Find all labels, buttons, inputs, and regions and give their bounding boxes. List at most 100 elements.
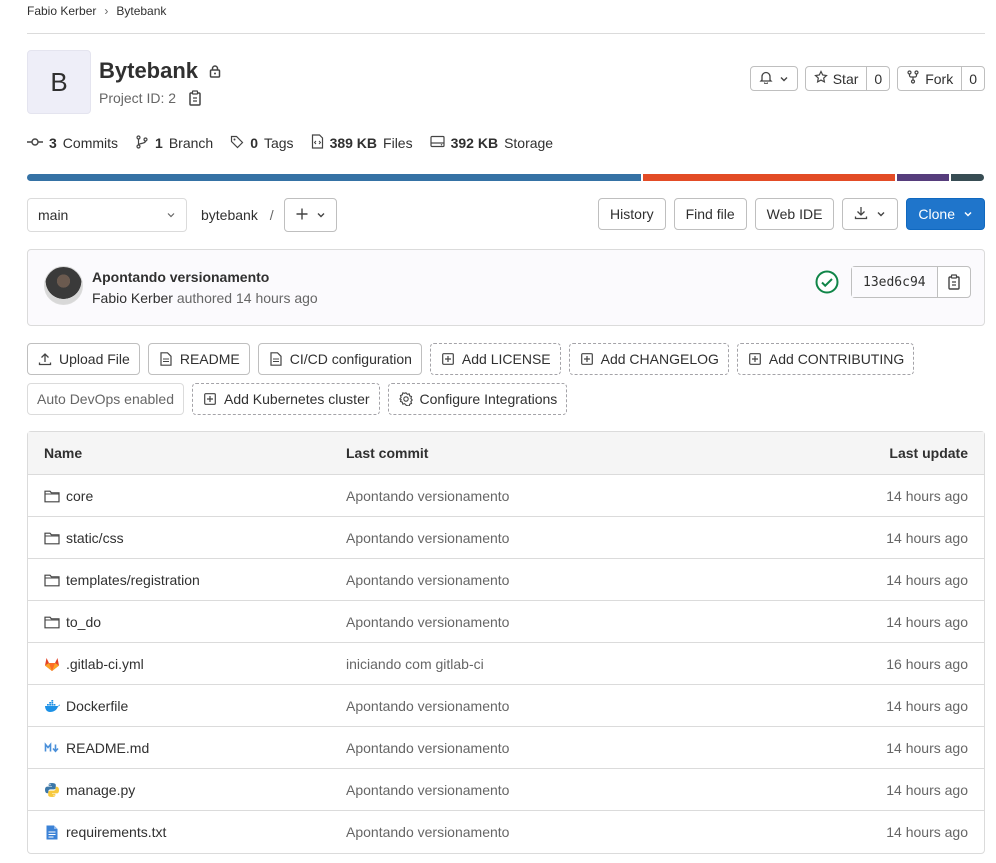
star-button[interactable]: Star 0: [804, 66, 891, 91]
gear-icon: [398, 391, 414, 407]
commit-icon: [27, 135, 43, 152]
repo-path-root[interactable]: bytebank: [201, 207, 258, 223]
readme-button[interactable]: README: [147, 343, 250, 375]
notifications-button[interactable]: [749, 66, 798, 91]
add-contributing-button[interactable]: Add CONTRIBUTING: [736, 343, 915, 375]
add-to-tree-dropdown[interactable]: [284, 198, 337, 232]
file-name-link[interactable]: .gitlab-ci.yml: [66, 656, 144, 672]
last-update-time: 14 hours ago: [886, 529, 968, 546]
auto-devops-enabled-button[interactable]: Auto DevOps enabled: [27, 383, 184, 415]
last-commit-link[interactable]: Apontando versionamento: [346, 530, 706, 546]
last-commit-link[interactable]: Apontando versionamento: [346, 572, 706, 588]
quick-action-label: Add LICENSE: [461, 351, 551, 367]
ci-cd-configuration-button[interactable]: CI/CD configuration: [257, 343, 422, 375]
commit-message[interactable]: Apontando versionamento: [92, 269, 269, 285]
language-segment[interactable]: [27, 174, 641, 181]
file-tree-table: Name Last commit Last update core Apontan…: [27, 431, 985, 854]
file-name-link[interactable]: README.md: [66, 740, 149, 756]
file-name-link[interactable]: core: [66, 488, 93, 504]
folder-icon: [44, 572, 60, 588]
add-kubernetes-cluster-button[interactable]: Add Kubernetes cluster: [191, 383, 380, 415]
quick-action-label: Upload File: [59, 351, 130, 367]
last-commit-link[interactable]: Apontando versionamento: [346, 824, 706, 840]
add-license-button[interactable]: Add LICENSE: [429, 343, 561, 375]
web-ide-button[interactable]: Web IDE: [754, 198, 835, 230]
file-name-link[interactable]: requirements.txt: [66, 824, 166, 840]
upload-file-button[interactable]: Upload File: [27, 343, 140, 375]
file-name-cell: README.md: [28, 740, 346, 756]
breadcrumb-owner[interactable]: Fabio Kerber: [27, 4, 96, 18]
table-row[interactable]: core Apontando versionamento 14 hours ago: [28, 475, 984, 517]
tags-count: 0: [250, 135, 258, 151]
table-row[interactable]: manage.py Apontando versionamento 14 hours…: [28, 769, 984, 811]
repository-languages-bar[interactable]: [27, 174, 985, 181]
files-label: Files: [383, 135, 413, 151]
author-avatar[interactable]: [44, 266, 83, 305]
chevron-down-icon: [963, 206, 973, 222]
plus-square-icon: [202, 391, 218, 407]
language-segment[interactable]: [951, 174, 984, 181]
table-row[interactable]: requirements.txt Apontando versionamento 1…: [28, 811, 984, 853]
file-name-cell: templates/registration: [28, 572, 346, 588]
last-commit-link[interactable]: iniciando com gitlab-ci: [346, 656, 706, 672]
tags-label: Tags: [263, 135, 294, 151]
last-commit-link[interactable]: Apontando versionamento: [346, 740, 706, 756]
language-segment[interactable]: [643, 174, 895, 181]
last-commit-link[interactable]: Apontando versionamento: [346, 698, 706, 714]
file-name-link[interactable]: to_do: [66, 614, 101, 630]
table-row[interactable]: .gitlab-ci.yml iniciando com gitlab-ci 16 …: [28, 643, 984, 685]
pipeline-status-passed-icon[interactable]: [815, 270, 839, 297]
branch-icon: [135, 134, 149, 152]
file-name-link[interactable]: Dockerfile: [66, 698, 128, 714]
document-icon: [158, 351, 174, 367]
last-commit-link[interactable]: Apontando versionamento: [346, 782, 706, 798]
configure-integrations-button[interactable]: Configure Integrations: [387, 383, 568, 415]
find-file-button[interactable]: Find file: [673, 198, 747, 230]
branches-count: 1: [155, 135, 163, 151]
branch-selector[interactable]: main: [27, 198, 187, 232]
table-row[interactable]: to_do Apontando versionamento 14 hours ago: [28, 601, 984, 643]
table-row[interactable]: Dockerfile Apontando versionamento 14 hour…: [28, 685, 984, 727]
branch-name: main: [38, 207, 69, 223]
plus-icon: [296, 207, 308, 223]
docker-icon: [44, 698, 60, 714]
files-size: 389 KB: [329, 135, 378, 151]
last-update-time: 14 hours ago: [886, 781, 968, 798]
breadcrumb-project[interactable]: Bytebank: [116, 4, 166, 18]
clone-button[interactable]: Clone: [906, 198, 985, 230]
fork-count[interactable]: 0: [961, 67, 984, 90]
last-commit-link[interactable]: Apontando versionamento: [346, 488, 706, 504]
commit-sha[interactable]: 13ed6c94: [852, 267, 938, 297]
copy-sha-button[interactable]: [938, 267, 970, 297]
commit-author[interactable]: Fabio Kerber: [92, 290, 173, 306]
file-name-link[interactable]: manage.py: [66, 782, 135, 798]
add-changelog-button[interactable]: Add CHANGELOG: [568, 343, 729, 375]
tags-stat[interactable]: 0 Tags: [230, 134, 294, 152]
project-title: Bytebank: [99, 58, 222, 84]
project-id: Project ID: 2: [99, 90, 202, 106]
file-name-link[interactable]: templates/registration: [66, 572, 200, 588]
files-stat[interactable]: 389 KB Files: [311, 134, 413, 152]
star-count[interactable]: 0: [866, 67, 889, 90]
language-segment[interactable]: [897, 174, 949, 181]
download-button[interactable]: [842, 198, 899, 230]
copy-icon[interactable]: [188, 90, 202, 106]
commit-meta: Fabio Kerber authored 14 hours ago: [92, 290, 318, 306]
file-name-cell: Dockerfile: [28, 698, 346, 714]
table-row[interactable]: static/css Apontando versionamento 14 hour…: [28, 517, 984, 559]
column-last-commit: Last commit: [346, 445, 429, 461]
history-button[interactable]: History: [598, 198, 666, 230]
table-row[interactable]: templates/registration Apontando versiona…: [28, 559, 984, 601]
commits-stat[interactable]: 3 Commits: [27, 134, 118, 152]
fork-button[interactable]: Fork 0: [897, 66, 985, 91]
breadcrumb: Fabio Kerber › Bytebank: [27, 4, 166, 18]
branches-stat[interactable]: 1 Branch: [135, 134, 213, 152]
project-name: Bytebank: [99, 58, 199, 83]
folder-icon: [44, 614, 60, 630]
project-actions: Star 0 Fork 0: [749, 66, 985, 91]
last-commit-link[interactable]: Apontando versionamento: [346, 614, 706, 630]
markdown-icon: [44, 740, 60, 756]
last-update-time: 14 hours ago: [886, 571, 968, 588]
file-name-link[interactable]: static/css: [66, 530, 124, 546]
table-row[interactable]: README.md Apontando versionamento 14 hours…: [28, 727, 984, 769]
